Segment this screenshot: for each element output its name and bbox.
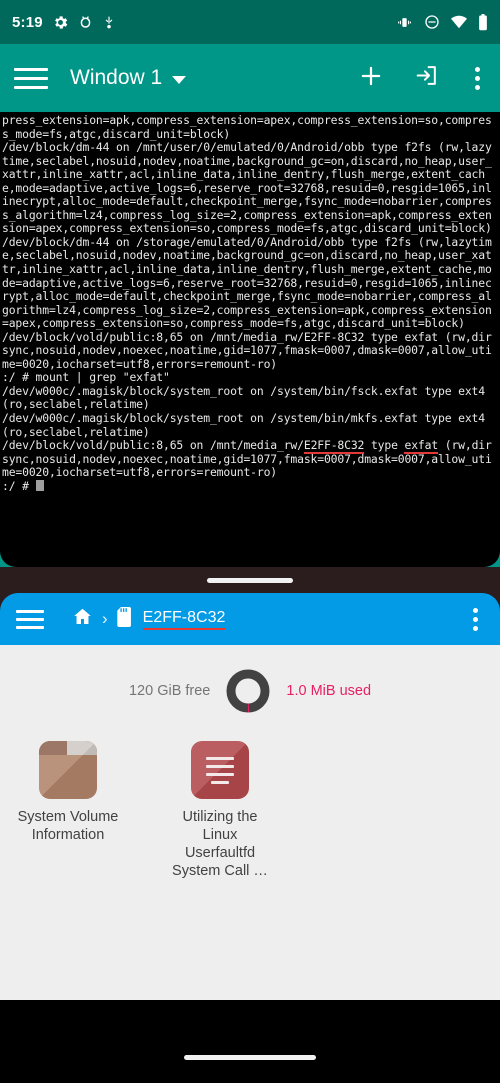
terminal-window-title: Window 1: [70, 66, 163, 89]
android-debug-icon: [78, 14, 93, 30]
status-bar-left: 5:19: [12, 14, 116, 31]
status-bar: 5:19: [0, 0, 500, 44]
chevron-down-icon: [172, 75, 187, 84]
file-manager-overflow-menu-icon[interactable]: [467, 604, 484, 635]
usb-icon: [102, 14, 116, 31]
vibrate-icon: [395, 15, 414, 30]
terminal-window-selector[interactable]: Window 1: [70, 66, 187, 90]
folder-icon: [39, 741, 97, 799]
settings-gear-icon: [52, 14, 69, 31]
breadcrumb-separator: ›: [102, 609, 108, 628]
file-manager-app: › E2FF-8C32 120 GiB free 1.0 MiB used Sy…: [0, 593, 500, 1000]
status-bar-right: [395, 13, 488, 31]
storage-summary: 120 GiB free 1.0 MiB used: [0, 645, 500, 729]
terminal-line: /dev/block/dm-44 on /storage/emulated/0/…: [2, 234, 492, 331]
terminal-line: :/ # mount | grep "exfat": [2, 370, 170, 385]
breadcrumb: › E2FF-8C32: [72, 606, 226, 632]
wifi-icon: [450, 15, 468, 29]
gesture-navigation-bar: [0, 1031, 500, 1083]
terminal-overflow-menu-icon[interactable]: [469, 63, 486, 94]
breadcrumb-current-path[interactable]: E2FF-8C32: [142, 609, 226, 630]
file-manager-body: 120 GiB free 1.0 MiB used System Volume …: [0, 645, 500, 1000]
terminal-hamburger-menu-icon[interactable]: [14, 67, 48, 89]
line-prefix: /dev/block/vold/public:8,65 on /mnt/medi…: [2, 438, 304, 453]
line-middle: type: [364, 438, 405, 453]
terminal-toolbar-actions: [358, 63, 486, 94]
terminal-prompt: :/ #: [2, 478, 36, 493]
storage-free-label: 120 GiB free: [128, 683, 211, 699]
file-manager-toolbar: › E2FF-8C32: [0, 593, 500, 645]
sdcard-icon: [116, 606, 134, 632]
terminal-line: /dev/w000c/.magisk/block/system_root on …: [2, 383, 492, 412]
input-arrow-icon[interactable]: [414, 63, 439, 93]
file-grid-item[interactable]: Utilizing the Linux Userfaultfd System C…: [166, 741, 274, 880]
terminal-line-highlighted: /dev/block/vold/public:8,65 on /mnt/medi…: [2, 438, 492, 479]
split-screen-drag-handle[interactable]: [207, 577, 293, 583]
gesture-pill[interactable]: [184, 1054, 316, 1060]
terminal-line: /dev/w000c/.magisk/block/system_root on …: [2, 411, 492, 439]
storage-donut-chart: [224, 667, 272, 715]
home-icon[interactable]: [72, 606, 93, 632]
document-icon: [191, 741, 249, 799]
terminal-app: Window 1 press_extension=apk,compress_ex…: [0, 44, 500, 567]
do-not-disturb-icon: [424, 14, 440, 30]
file-manager-hamburger-menu-icon[interactable]: [16, 609, 44, 629]
file-grid-item-label: Utilizing the Linux Userfaultfd System C…: [172, 809, 268, 879]
file-grid-item-label: System Volume Information: [17, 809, 119, 843]
file-grid-item[interactable]: System Volume Information: [14, 741, 122, 880]
terminal-toolbar: Window 1: [0, 44, 500, 112]
storage-used-label: 1.0 MiB used: [286, 683, 372, 699]
split-screen-divider[interactable]: [0, 567, 500, 593]
status-bar-clock: 5:19: [12, 13, 43, 31]
terminal-line: press_extension=apk,compress_extension=a…: [2, 113, 492, 141]
terminal-line: /dev/block/vold/public:8,65 on /mnt/medi…: [2, 329, 492, 371]
terminal-line: /dev/block/dm-44 on /mnt/user/0/emulated…: [2, 140, 492, 236]
battery-icon: [478, 13, 488, 31]
terminal-cursor: [35, 479, 44, 491]
terminal-output[interactable]: press_extension=apk,compress_extension=a…: [0, 112, 500, 567]
new-window-button[interactable]: [358, 63, 384, 94]
file-grid: System Volume Information Utilizing the …: [0, 729, 500, 880]
